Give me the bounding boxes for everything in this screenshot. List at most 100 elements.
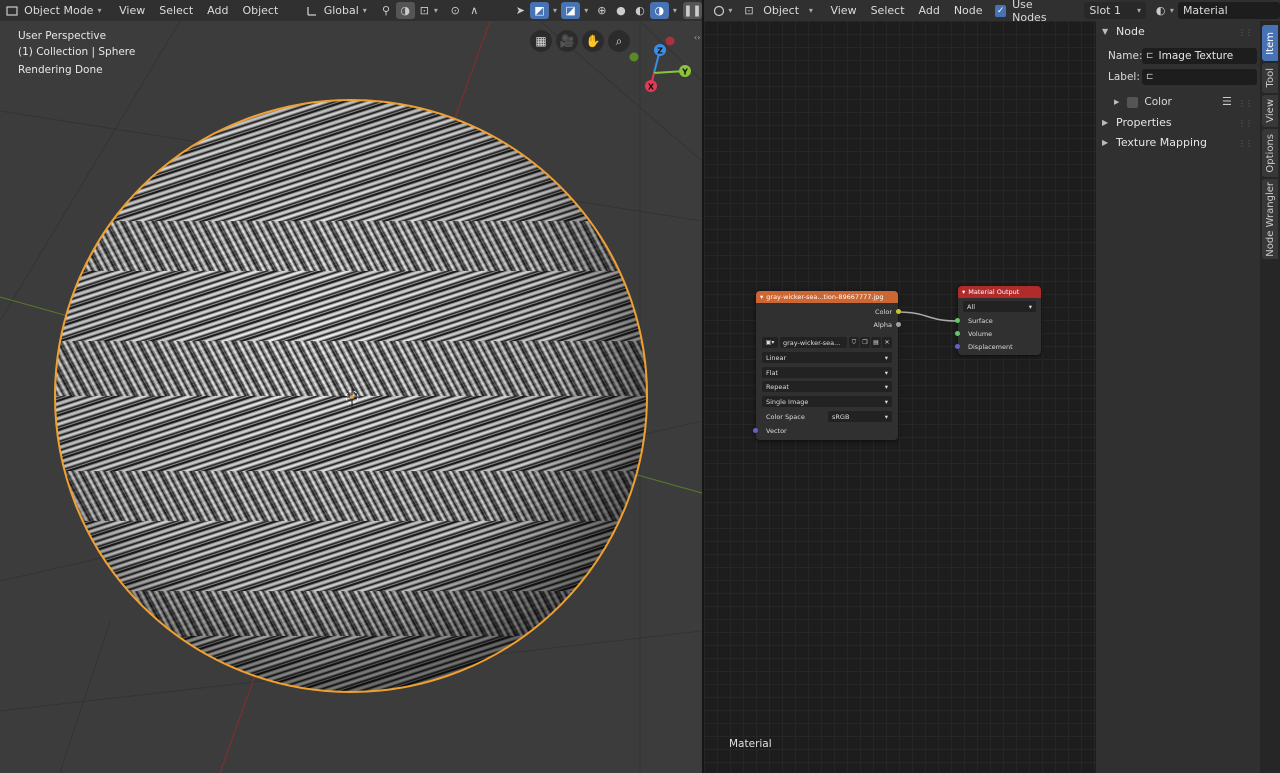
menu-view[interactable]: View — [112, 4, 152, 17]
menu-select[interactable]: Select — [864, 4, 912, 17]
drag-grip-icon[interactable]: ⋮⋮ — [1238, 139, 1253, 148]
falloff-icon[interactable]: ∧ — [465, 2, 484, 19]
displacement-input-socket[interactable] — [955, 344, 960, 349]
chevron-down-icon: ▾ — [884, 368, 888, 377]
menu-object[interactable]: Object — [235, 4, 285, 17]
menu-select[interactable]: Select — [152, 4, 200, 17]
output-color-label: Color — [875, 308, 892, 316]
texture-mapping-panel-title: Texture Mapping — [1116, 136, 1207, 149]
material-output-node[interactable]: ▾ Material Output All ▾ Surface Volume Di… — [955, 286, 1041, 355]
fake-user-icon[interactable]: ⛉ — [849, 337, 859, 348]
image-texture-node-header[interactable]: ▾ gray-wicker-sea...tion-89667777.jpg — [756, 291, 898, 303]
use-nodes-label: Use Nodes — [1012, 0, 1047, 24]
color-space-value: sRGB — [832, 412, 850, 421]
volume-input-socket[interactable] — [955, 331, 960, 336]
material-name-field[interactable]: Material — [1177, 2, 1280, 19]
source-dropdown[interactable]: Single Image ▾ — [762, 396, 892, 407]
show-gizmo-icon[interactable]: ➤ — [511, 2, 530, 19]
unlink-image-icon[interactable]: ✕ — [882, 337, 892, 348]
output-alpha-row: Alpha — [762, 320, 892, 330]
texture-mapping-panel-header[interactable]: ▶ Texture Mapping — [1102, 136, 1207, 149]
material-shading-icon[interactable]: ◐ — [631, 2, 650, 19]
chevron-down-icon: ▾ — [433, 6, 438, 15]
editor-type-button[interactable] — [710, 2, 728, 19]
projection-dropdown[interactable]: Flat ▾ — [762, 367, 892, 378]
transform-orientation-icon[interactable] — [303, 2, 322, 19]
alpha-output-socket[interactable] — [896, 322, 901, 327]
tab-options[interactable]: Options — [1262, 129, 1278, 177]
chevron-down-icon: ▾ — [884, 412, 888, 421]
menu-add[interactable]: Add — [200, 4, 235, 17]
label-label: Label: — [1108, 71, 1140, 83]
pan-view-icon[interactable]: ✋ — [582, 30, 604, 52]
mode-dropdown[interactable]: Object Mode ▾ — [21, 2, 104, 19]
slot-dropdown[interactable]: Slot 1 ▾ — [1084, 2, 1146, 19]
image-texture-node[interactable]: ▾ gray-wicker-sea...tion-89667777.jpg Co… — [753, 291, 901, 440]
collapse-arrow-icon[interactable]: ▾ — [760, 293, 763, 301]
menu-view[interactable]: View — [823, 4, 863, 17]
use-nodes-checkbox[interactable]: ✓ — [995, 4, 1007, 17]
wireframe-shading-icon[interactable]: ⊕ — [592, 2, 611, 19]
orientation-dropdown[interactable]: Global ▾ — [322, 2, 369, 19]
toggle-grid-view-icon[interactable]: ▦ — [530, 30, 552, 52]
extension-value: Repeat — [766, 382, 789, 391]
input-vector-row: Vector — [762, 426, 892, 436]
snap-icon[interactable]: ◑ — [395, 2, 415, 19]
tab-tool[interactable]: Tool — [1262, 63, 1278, 93]
properties-panel-title: Properties — [1116, 116, 1172, 129]
extension-dropdown[interactable]: Repeat ▾ — [762, 381, 892, 392]
xray-icon[interactable]: ◪ — [561, 2, 581, 19]
node-name-value: Image Texture — [1158, 50, 1234, 62]
properties-panel-header[interactable]: ▶ Properties — [1102, 116, 1172, 129]
chevron-down-icon: ▾ — [1169, 6, 1174, 15]
tab-node-wrangler[interactable]: Node Wrangler — [1262, 179, 1278, 259]
node-name-field[interactable]: ⊏ Image Texture — [1142, 48, 1257, 64]
image-name-field[interactable]: gray-wicker-sea... — [780, 337, 847, 348]
chevron-down-icon: ▾ — [884, 353, 888, 362]
snap-target-icon[interactable]: ⊡ — [415, 2, 434, 19]
color-space-dropdown[interactable]: sRGB ▾ — [828, 411, 892, 422]
sidebar-tabs: Item Tool View Options Node Wrangler — [1260, 21, 1280, 773]
node-editor-canvas[interactable]: ▾ gray-wicker-sea...tion-89667777.jpg Co… — [704, 21, 1096, 773]
image-browse-icon[interactable]: ▣▾ — [762, 337, 778, 348]
rendered-shading-icon[interactable]: ◑ — [649, 2, 669, 19]
interpolation-dropdown[interactable]: Linear ▾ — [762, 352, 892, 363]
surface-input-socket[interactable] — [955, 318, 960, 323]
node-panel-header[interactable]: ▼ Node — [1102, 25, 1145, 38]
menu-add[interactable]: Add — [912, 4, 947, 17]
drag-grip-icon[interactable]: ⋮⋮ — [1238, 99, 1253, 108]
vector-input-socket[interactable] — [753, 428, 758, 433]
use-color-checkbox[interactable] — [1127, 96, 1139, 108]
pivot-icon[interactable]: ⚲ — [376, 2, 395, 19]
color-output-socket[interactable] — [896, 309, 901, 314]
color-subpanel[interactable]: ▶ Color — [1114, 96, 1172, 108]
tab-view[interactable]: View — [1262, 95, 1278, 127]
tab-item[interactable]: Item — [1262, 25, 1278, 61]
slot-label: Slot 1 — [1089, 4, 1121, 17]
output-color-row: Color — [762, 307, 892, 317]
input-surface-label: Surface — [968, 317, 993, 325]
chevron-down-icon: ▾ — [584, 6, 589, 15]
material-output-node-header[interactable]: ▾ Material Output — [958, 286, 1041, 298]
pause-icon[interactable]: ❚❚ — [682, 2, 703, 19]
3d-viewport[interactable]: User Perspective (1) Collection | Sphere… — [0, 21, 702, 773]
node-icon: ⊏ — [1146, 51, 1154, 61]
node-label-field[interactable]: ⊏ — [1142, 69, 1257, 85]
proportional-edit-icon[interactable]: ⊙ — [446, 2, 465, 19]
material-browse-icon[interactable]: ◐ — [1152, 2, 1170, 19]
collapse-arrow-icon[interactable]: ▾ — [962, 288, 965, 296]
output-target-dropdown[interactable]: All ▾ — [963, 301, 1036, 312]
navigation-gizmo[interactable]: Z Y X — [622, 35, 702, 115]
editor-type-button[interactable] — [2, 2, 21, 19]
drag-grip-icon[interactable]: ⋮⋮ — [1238, 28, 1253, 37]
overlay-toggle-icon[interactable]: ◩ — [529, 2, 550, 19]
source-value: Single Image — [766, 397, 809, 406]
solid-shading-icon[interactable]: ● — [611, 2, 630, 19]
color-presets-icon[interactable]: ☰ — [1222, 95, 1232, 108]
shader-type-dropdown[interactable]: Object ▾ — [758, 2, 818, 19]
open-image-icon[interactable]: ▤ — [871, 337, 881, 348]
duplicate-image-icon[interactable]: ❐ — [860, 337, 870, 348]
drag-grip-icon[interactable]: ⋮⋮ — [1238, 119, 1253, 128]
camera-view-icon[interactable]: 🎥 — [556, 30, 578, 52]
menu-node[interactable]: Node — [947, 4, 990, 17]
